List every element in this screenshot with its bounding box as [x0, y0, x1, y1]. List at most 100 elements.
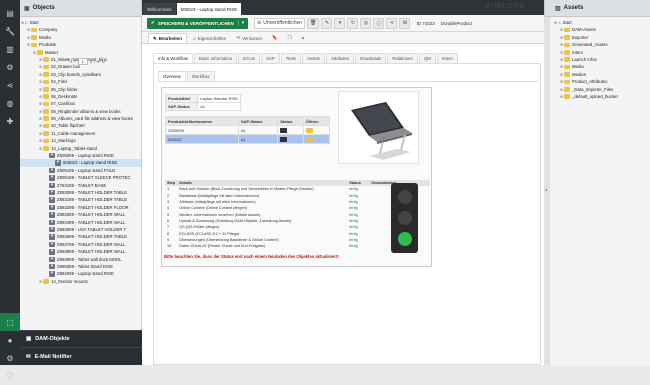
- puzzle-icon[interactable]: ✚: [0, 112, 20, 130]
- share-icon[interactable]: ⋖: [0, 76, 20, 94]
- target-button[interactable]: ◎: [360, 17, 372, 29]
- tree-object-item[interactable]: P Z905199 - TABLET SLEEVE PROTEC: [20, 174, 141, 181]
- tree-object-item[interactable]: P Z894099 - Laptop stand RISE: [20, 270, 141, 277]
- wrench-icon[interactable]: 🔧: [0, 22, 20, 40]
- tree-object-item[interactable]: P Z893799 - TABLET HOLDER WALL: [20, 241, 141, 248]
- globe-icon[interactable]: ◍: [0, 94, 20, 112]
- gear-icon[interactable]: ⚙: [0, 58, 20, 76]
- power-icon[interactable]: ⏻: [0, 367, 20, 385]
- articles-row[interactable]: 505023 A1: [165, 134, 331, 144]
- field-tab[interactable]: Basic Information: [194, 53, 238, 63]
- field-tab[interactable]: QM: [418, 53, 436, 63]
- file-icon[interactable]: ▤: [0, 4, 20, 22]
- tree-folder-item[interactable]: ⊕ 11_Cable management: [20, 130, 141, 137]
- settings-icon[interactable]: ⚙: [0, 349, 20, 367]
- tree-folder-item[interactable]: ⊕ DAM-Assets: [553, 26, 650, 33]
- refresh-icon[interactable]: ↻: [102, 59, 105, 64]
- field-tab[interactable]: Assets: [302, 53, 325, 63]
- field-tab[interactable]: Attributes: [325, 53, 355, 63]
- open-folder-icon[interactable]: [305, 127, 313, 133]
- tree-folder-item[interactable]: ⊕ 09_Albums_card file address & view book…: [20, 115, 141, 122]
- delete-button[interactable]: 🗑: [307, 17, 320, 29]
- tree-folder-item[interactable]: ⊕ ⌂ Start: [20, 19, 141, 26]
- tree-folder-item[interactable]: ⊕ Master: [20, 49, 141, 56]
- assets-panel-header[interactable]: ▨ Assets: [545, 0, 650, 17]
- sub-tab[interactable]: Overview: [158, 71, 186, 81]
- save-dropdown-arrow[interactable]: ▾: [237, 20, 244, 26]
- edit-tab[interactable]: ⟲ Versionen: [232, 33, 266, 43]
- tree-folder-item[interactable]: ⊕ Product_Attributes: [553, 78, 650, 85]
- tree-folder-item[interactable]: ⊕ 07_Cashbox: [20, 100, 141, 107]
- copy-icon[interactable]: ❐: [284, 33, 296, 43]
- last-page-icon[interactable]: »: [97, 59, 99, 64]
- tree-folder-item[interactable]: ⊕ Company: [20, 26, 141, 33]
- next-page-icon[interactable]: ›: [94, 59, 95, 64]
- articles-row[interactable]: Z505099 A1: [165, 125, 331, 135]
- tree-object-item[interactable]: P Z893499 - TABLET HOLDER WALL: [20, 219, 141, 226]
- field-tab[interactable]: SAP: [261, 53, 280, 63]
- grid-button[interactable]: ⊞: [399, 17, 411, 29]
- tree-folder-item[interactable]: ⊕ Launch Infos: [553, 56, 650, 63]
- field-tab[interactable]: Texte: [280, 53, 302, 63]
- tree-folder-item[interactable]: ⊕ Generated_Assets: [553, 41, 650, 48]
- tree-folder-item[interactable]: ⊕ 06_Deskmats: [20, 93, 141, 100]
- sub-tab[interactable]: Workflow: [186, 71, 215, 81]
- tree-object-item[interactable]: P Z893699 - TABLET HOLDER TABLE: [20, 233, 141, 240]
- unpublish-button[interactable]: ⊘ Unveröffentlichen: [254, 17, 306, 29]
- dam-objects-panel[interactable]: ▦ DAM-Objekte: [20, 330, 142, 347]
- user-icon[interactable]: ●: [0, 331, 20, 349]
- tree-folder-item[interactable]: ⊕ Media: [20, 34, 141, 41]
- edit-tab[interactable]: ✎ Bearbeiten: [148, 33, 188, 43]
- tree-folder-item[interactable]: ⊕ Produkte: [20, 41, 141, 48]
- tree-object-item[interactable]: P Z893899 - TABLET HOLDER WALL: [20, 248, 141, 255]
- datahub-icon[interactable]: ⬚: [0, 313, 20, 331]
- edit-tab[interactable]: ≡ Eigenschaften: [189, 33, 230, 43]
- chart-icon[interactable]: ▥: [0, 40, 20, 58]
- tree-object-item[interactable]: P Z893599 - USA TABLET HOLDER T: [20, 226, 141, 233]
- tree-folder-item[interactable]: ⊕ Medien: [553, 71, 650, 78]
- share-button[interactable]: ⋖: [386, 17, 398, 29]
- tree-folder-item[interactable]: ⊕ 12_Markings: [20, 137, 141, 144]
- field-tab[interactable]: ECom: [238, 53, 261, 63]
- reload-button[interactable]: ↻: [347, 17, 359, 29]
- tree-object-item[interactable]: P Z893099 - TABLET HOLDER TABLE: [20, 189, 141, 196]
- field-tab[interactable]: Downloads: [355, 53, 387, 63]
- doc-tab[interactable]: 505023 - Laptop stand RISE: [176, 3, 242, 15]
- tree-object-item[interactable]: P 505023 - Laptop stand RISE: [20, 159, 141, 167]
- page-number-input[interactable]: 1: [77, 58, 88, 65]
- tree-object-item[interactable]: P Z505199 - Laptop stand FOLD: [20, 167, 141, 174]
- tree-object-item[interactable]: P Z893999 - Tablet wall dock MODL: [20, 256, 141, 263]
- tree-folder-item[interactable]: ⊕ Media: [553, 63, 650, 70]
- tree-folder-item[interactable]: ⊕ 10_Table flipchart: [20, 122, 141, 129]
- save-publish-button[interactable]: ✔ SPEICHERN & VERÖFFENTLICHEN ▾: [147, 17, 249, 29]
- tree-object-item[interactable]: P Z895099 - Tablet Stand RISE: [20, 263, 141, 270]
- tree-folder-item[interactable]: ⊕ 08_Ringbinder albums & view books: [20, 108, 141, 115]
- tree-folder-item[interactable]: ⊕ 04_Files: [20, 78, 141, 85]
- tree-folder-item[interactable]: ⊕ _Data_Importer_Files: [553, 86, 650, 93]
- rename-button[interactable]: ✎: [321, 17, 333, 29]
- tag-icon[interactable]: ⌗: [298, 33, 309, 43]
- tree-folder-item[interactable]: ⊕ 14_Monitor mounts: [20, 278, 141, 285]
- assets-collapse-strip[interactable]: ◂: [544, 17, 550, 365]
- bookmark-icon[interactable]: 🔖: [268, 33, 282, 43]
- field-tab[interactable]: Intern: [436, 53, 458, 63]
- tree-object-item[interactable]: P Z505099 - Laptop stand RISE: [20, 152, 141, 159]
- more-button[interactable]: ▾: [334, 17, 346, 29]
- field-tab[interactable]: Info & Workflow: [153, 53, 194, 63]
- prev-page-icon[interactable]: ‹: [74, 59, 75, 64]
- tree-folder-item[interactable]: ⊕ _default_upload_bucket: [553, 93, 650, 100]
- objects-panel-header[interactable]: ▣ Objects: [20, 0, 141, 17]
- email-notifier-panel[interactable]: ✉ E-Mail Notifier: [20, 347, 142, 365]
- tree-folder-item[interactable]: ⊕ Intern: [553, 49, 650, 56]
- info-button[interactable]: ⓘ: [373, 17, 385, 29]
- first-page-icon[interactable]: «: [70, 59, 72, 64]
- tree-folder-item[interactable]: ⊕ 13_Laptop_Tablet stand: [20, 145, 141, 152]
- tree-folder-item[interactable]: ⊕ ⌂ Start: [553, 19, 650, 26]
- tree-folder-item[interactable]: ⊕ 05_Clip folder: [20, 86, 141, 93]
- tree-object-item[interactable]: P Z893299 - TABLET HOLDER FLOOR: [20, 204, 141, 211]
- tree-object-item[interactable]: P Z763199 - TABLET BASE: [20, 182, 141, 189]
- open-folder-icon[interactable]: [305, 136, 313, 142]
- field-tab[interactable]: Relationen: [387, 53, 418, 63]
- tree-folder-item[interactable]: ⊕ 03_Clip boards_spiralbars: [20, 71, 141, 78]
- tree-folder-item[interactable]: ⊕ Exporter: [553, 34, 650, 41]
